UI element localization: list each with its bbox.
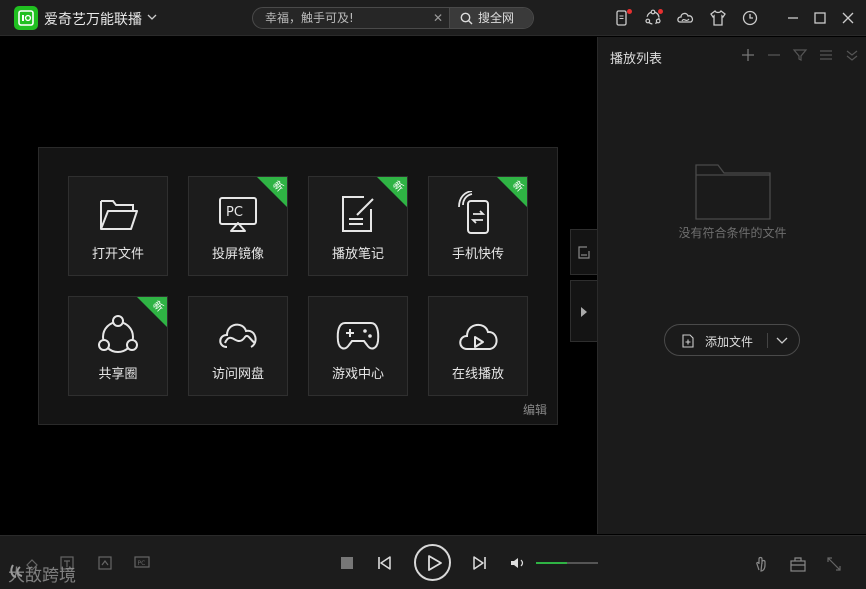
search-box: ✕ 搜全网 [252,7,534,29]
volume-icon[interactable] [510,556,526,570]
tile-game-center[interactable]: 游戏中心 [308,296,408,396]
hand-gesture-icon[interactable] [754,556,770,572]
toolbox-icon[interactable] [790,556,806,572]
close-icon[interactable] [838,8,858,28]
add-file-icon [682,334,694,348]
screenshot-icon[interactable] [98,556,112,570]
tile-screen-mirror[interactable]: PC 新 投屏镜像 [188,176,288,276]
new-badge: 新 [377,177,407,207]
maximize-icon[interactable] [810,8,830,28]
search-input[interactable] [253,8,449,28]
tile-label: 在线播放 [451,367,504,382]
previous-icon[interactable] [376,555,392,571]
chevron-right-icon [581,307,587,317]
skin-shirt-icon[interactable] [708,8,728,28]
notification-dot [658,9,663,14]
divider [767,333,768,348]
search-button-label: 搜全网 [478,11,515,25]
player-controls-bar: PC 大敌跨境 [0,535,866,589]
app-title[interactable]: 爱奇艺万能联播 [44,9,142,29]
filter-icon[interactable] [792,47,808,63]
playlist-title: 播放列表 [610,52,663,67]
add-file-label: 添加文件 [705,335,754,349]
empty-message: 没有符合条件的文件 [678,226,787,240]
title-bar: 爱奇艺万能联播 ✕ 搜全网 [0,0,866,36]
tile-label: 播放笔记 [331,247,384,262]
chevron-down-icon[interactable] [776,336,788,346]
tile-label: 共享圈 [98,367,138,382]
phone-notify-icon[interactable] [612,8,632,28]
tile-cloud-drive[interactable]: 访问网盘 [188,296,288,396]
quick-actions-panel: 打开文件 PC 新 投屏镜像 新 播放笔记 新 手机快传 新 共享圈 访问网盘 [38,147,558,425]
minus-icon[interactable] [766,47,782,63]
pc-cast-icon[interactable]: PC [134,556,150,570]
tile-label: 打开文件 [91,247,144,262]
edit-link[interactable]: 编辑 [523,401,547,418]
tile-label: 访问网盘 [211,367,264,382]
plus-icon[interactable] [740,47,756,63]
share-circle-icon[interactable] [643,8,663,28]
play-button[interactable] [414,544,451,581]
cloud-icon[interactable] [676,8,696,28]
search-all-button[interactable]: 搜全网 [449,8,533,28]
play-icon [428,555,442,571]
cloud-play-icon [459,324,498,350]
empty-folder-icon [695,164,771,220]
svg-text:PC: PC [226,205,243,220]
note-icon [578,246,590,259]
tile-label: 游戏中心 [331,367,384,382]
share-circle-icon [98,315,138,353]
list-view-icon[interactable] [818,47,834,63]
folder-open-icon [100,200,138,230]
playlist-panel: 播放列表 没有符合条件的文件 添加文件 [597,37,866,534]
tile-online-play[interactable]: 在线播放 [428,296,528,396]
collapse-chevron-icon[interactable] [844,47,860,63]
tile-label: 手机快传 [451,247,504,262]
note-icon [342,196,374,232]
cloud-drive-icon [219,323,257,348]
minimize-icon[interactable] [783,8,803,28]
add-file-button[interactable]: 添加文件 [664,324,800,356]
next-icon[interactable] [472,555,488,571]
tile-play-notes[interactable]: 新 播放笔记 [308,176,408,276]
history-clock-icon[interactable] [740,8,760,28]
app-logo-icon [14,6,38,30]
fullscreen-icon[interactable] [826,556,842,572]
expand-playlist-tab[interactable] [570,280,597,342]
stop-icon[interactable] [340,556,354,570]
pc-cast-icon: PC [219,197,257,232]
svg-text:PC: PC [138,560,146,567]
new-badge: 新 [257,177,287,207]
clear-search-icon[interactable]: ✕ [431,11,445,25]
tile-label: 投屏镜像 [211,247,264,262]
tile-share-circle[interactable]: 新 共享圈 [68,296,168,396]
chevron-down-icon[interactable] [146,11,158,23]
new-badge: 新 [137,297,167,327]
tile-open-file[interactable]: 打开文件 [68,176,168,276]
gamepad-icon [336,322,380,350]
volume-level [536,562,567,564]
volume-slider[interactable] [536,562,598,564]
notification-dot [627,9,632,14]
video-stage[interactable]: 打开文件 PC 新 投屏镜像 新 播放笔记 新 手机快传 新 共享圈 访问网盘 [0,37,597,534]
new-badge: 新 [497,177,527,207]
notes-side-tab[interactable] [570,229,597,275]
tile-phone-transfer[interactable]: 新 手机快传 [428,176,528,276]
search-icon [460,12,473,25]
watermark-logo-icon [10,564,23,578]
phone-transfer-icon [458,191,489,234]
